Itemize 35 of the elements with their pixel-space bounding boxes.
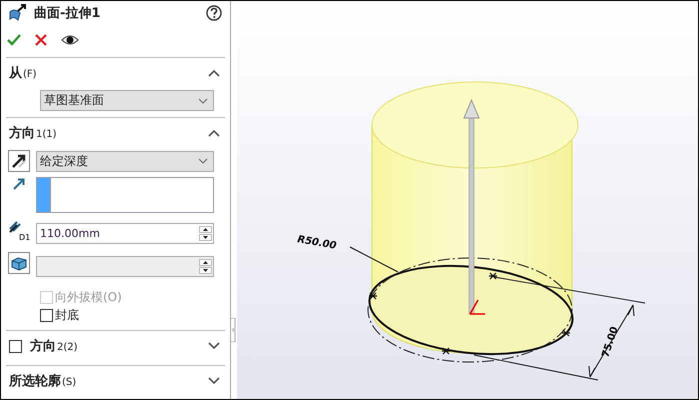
option-checkbox[interactable]: 封底 (40, 307, 230, 324)
spin-up-icon[interactable] (199, 226, 212, 233)
draft-angle-field[interactable] (36, 256, 214, 277)
reverse-direction-button[interactable] (8, 150, 30, 172)
ok-check-icon[interactable] (7, 34, 21, 46)
origin-axes-icon (469, 299, 486, 315)
collapse-chevron-icon[interactable] (208, 69, 220, 77)
length-dimension-label[interactable]: 75.00 (600, 325, 621, 359)
surface-extrude-icon (8, 4, 28, 22)
section-title: 从(F) (9, 65, 37, 82)
section-title: 方向 2(2) (30, 338, 78, 355)
section-title: 方向 1(1) (9, 124, 57, 142)
cylinder-surface-drawing[interactable] (368, 82, 578, 362)
expand-chevron-icon[interactable] (208, 377, 220, 385)
dropdown-caret-icon (198, 98, 208, 104)
collapse-chevron-icon[interactable] (208, 129, 220, 137)
spin-down-icon[interactable] (199, 267, 212, 274)
from-dropdown[interactable]: 草图基准面 (40, 90, 214, 111)
eye-icon[interactable] (61, 34, 79, 46)
checkbox[interactable] (9, 340, 22, 352)
expand-chevron-icon[interactable] (208, 342, 220, 350)
checkbox[interactable] (40, 309, 53, 322)
help-icon[interactable] (206, 5, 222, 21)
spin-down-icon[interactable] (199, 234, 212, 241)
direction-selection-box[interactable] (36, 177, 214, 213)
feature-title: 曲面-拉伸1 (34, 5, 100, 22)
draft-button[interactable] (8, 252, 30, 274)
end-condition-dropdown[interactable]: 给定深度 (36, 150, 214, 172)
panel-resize-handle[interactable] (231, 318, 237, 342)
dropdown-caret-icon (198, 158, 208, 164)
spin-up-icon[interactable] (199, 259, 212, 266)
radius-dimension-label[interactable]: R50.00 (296, 234, 338, 252)
depth-input-field[interactable]: 110.00mm (36, 223, 214, 244)
section-title: 所选轮廓(S) (9, 372, 76, 390)
cancel-x-icon[interactable] (35, 34, 47, 46)
